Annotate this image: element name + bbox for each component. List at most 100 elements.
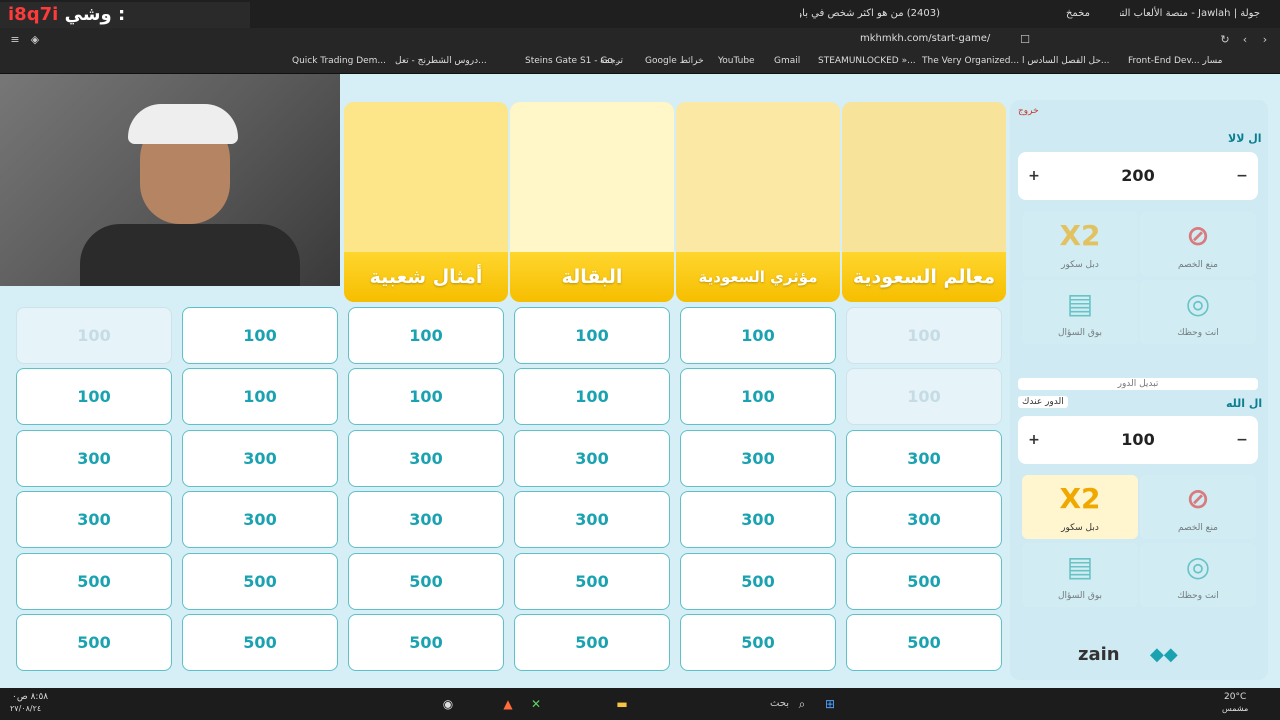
mkhmkh-logo: ◆◆ [1150,644,1178,665]
bookmark-item[interactable]: The Very Organized... [922,56,1019,66]
question-cell[interactable]: 100 [514,307,670,364]
question-cell[interactable]: 500 [16,614,172,671]
question-cell[interactable]: 500 [514,614,670,671]
question-cell[interactable]: 300 [348,430,504,487]
team2-minus-button[interactable]: − [1230,416,1254,464]
question-cell[interactable]: 100 [182,368,338,425]
brave-icon[interactable]: ▲ [500,696,516,712]
shield-icon[interactable]: ◈ [28,33,42,47]
powerup-label: بوق السؤال [1058,591,1102,601]
sponsor-logo: zain [1078,644,1120,665]
question-cell[interactable]: 100 [348,368,504,425]
powerup-double-score[interactable]: X2 دبل سكور [1022,475,1138,539]
question-cell[interactable]: 500 [16,553,172,610]
question-cell[interactable]: 500 [846,553,1002,610]
powerup-block-opponent[interactable]: ⊘ منع الخصم [1140,212,1256,276]
bookmark-item[interactable]: Gmail [774,56,800,66]
overlay-handle: i8q7i [8,4,59,25]
question-cell[interactable]: 100 [680,368,836,425]
xbox-icon[interactable]: ✕ [528,696,544,712]
reload-icon[interactable]: ↻ [1218,33,1232,47]
question-cell[interactable]: 500 [182,553,338,610]
powerup-question-horn[interactable]: ▤ بوق السؤال [1022,543,1138,607]
forward-icon[interactable]: ‹ [1238,33,1252,47]
team2-plus-button[interactable]: + [1022,416,1046,464]
question-cell[interactable]: 500 [846,614,1002,671]
weather-temp: 20°C [1224,692,1247,702]
powerup-luck-wheel[interactable]: ◎ انت وحظك [1140,280,1256,344]
question-cell[interactable]: 300 [182,430,338,487]
address-bar[interactable]: mkhmkh.com/start-game/ [860,33,990,44]
bookmark-item[interactable]: Google خرائط [645,56,704,66]
team2-name: ال الله [1226,397,1263,410]
bookmark-icon[interactable]: ☐ [1018,33,1032,47]
question-cell[interactable]: 300 [16,491,172,548]
question-cell[interactable]: 300 [348,491,504,548]
windows-taskbar: ⊞ ⌕ بحث ◉ ▲ ✕ ▬ 20°C مشمس ۰٨:٥٨ ص ۲۷/۰۸/… [0,688,1280,720]
category-label: مؤثري السعودية [676,252,840,302]
switch-turn-button[interactable]: تبديل الدور [1018,378,1258,390]
bookmark-item[interactable]: دروس الشطرنج - تعل... [395,56,487,66]
question-cell[interactable]: 100 [16,307,172,364]
powerup-label: بوق السؤال [1058,328,1102,338]
tab-mkhmkh[interactable]: مخمخ [978,4,1090,24]
category-label: معالم السعودية [842,252,1006,302]
question-cell[interactable]: 300 [846,430,1002,487]
question-cell[interactable]: 500 [348,614,504,671]
powerup-luck-wheel[interactable]: ◎ انت وحظك [1140,543,1256,607]
question-cell[interactable]: 300 [846,491,1002,548]
question-cell[interactable]: 500 [514,553,670,610]
powerup-label: منع الخصم [1177,260,1219,270]
bookmark-item[interactable]: ترجمة [600,56,623,66]
bookmark-item[interactable]: حل الفصل السادس ا... [1022,56,1109,66]
question-cell[interactable]: 500 [680,553,836,610]
question-cell[interactable]: 500 [348,553,504,610]
powerup-label: منع الخصم [1177,523,1219,533]
bookmark-item[interactable]: YouTube [718,56,755,66]
windows-start-icon[interactable]: ⊞ [822,696,838,712]
powerup-block-opponent[interactable]: ⊘ منع الخصم [1140,475,1256,539]
menu-icon[interactable]: ≡ [8,33,22,47]
tab-youtube[interactable]: (2403) من هو اكثر شخص في باور [800,4,940,24]
question-cell[interactable]: 100 [514,368,670,425]
category-image [344,102,508,252]
category-influencers[interactable]: مؤثري السعودية [676,102,840,302]
taskbar-search[interactable]: بحث [770,698,789,709]
category-label: أمثال شعبية [344,252,508,302]
powerup-label: دبل سكور [1061,260,1099,270]
question-cell[interactable]: 300 [182,491,338,548]
team1-minus-button[interactable]: − [1230,152,1254,200]
category-landmarks[interactable]: معالم السعودية [842,102,1006,302]
question-cell[interactable]: 500 [680,614,836,671]
question-cell[interactable]: 500 [182,614,338,671]
category-grocery[interactable]: البقالة [510,102,674,302]
clock-date: ۲۷/۰۸/۲٤ [10,704,42,713]
question-cell[interactable]: 100 [846,307,1002,364]
powerup-label: انت وحظك [1177,591,1219,601]
folder-icon[interactable]: ▬ [614,696,630,712]
exit-button[interactable]: خروج [1018,106,1039,116]
app-icon[interactable]: ◉ [440,696,456,712]
tab-jawlah[interactable]: جولة | Jawlah - منصة الألعاب التفاعلية [1120,4,1260,24]
question-cell[interactable]: 100 [182,307,338,364]
powerup-question-horn[interactable]: ▤ بوق السؤال [1022,280,1138,344]
bookmark-item[interactable]: Front-End Dev... مسار [1128,56,1222,66]
bookmark-item[interactable]: STEAMUNLOCKED »... [818,56,916,66]
question-cell[interactable]: 300 [514,491,670,548]
question-cell[interactable]: 100 [846,368,1002,425]
back-icon[interactable]: › [1258,33,1272,47]
block-icon: ⊘ [1186,482,1210,515]
question-cell[interactable]: 300 [680,430,836,487]
question-cell[interactable]: 100 [680,307,836,364]
team1-plus-button[interactable]: + [1022,152,1046,200]
powerup-double-score[interactable]: X2 دبل سكور [1022,212,1138,276]
question-cell[interactable]: 100 [16,368,172,425]
question-cell[interactable]: 300 [16,430,172,487]
question-cell[interactable]: 300 [680,491,836,548]
search-icon[interactable]: ⌕ [794,696,810,712]
question-cell[interactable]: 100 [348,307,504,364]
category-image [842,102,1006,252]
question-cell[interactable]: 300 [514,430,670,487]
category-proverbs[interactable]: أمثال شعبية [344,102,508,302]
bookmark-item[interactable]: Quick Trading Dem... [292,56,386,66]
